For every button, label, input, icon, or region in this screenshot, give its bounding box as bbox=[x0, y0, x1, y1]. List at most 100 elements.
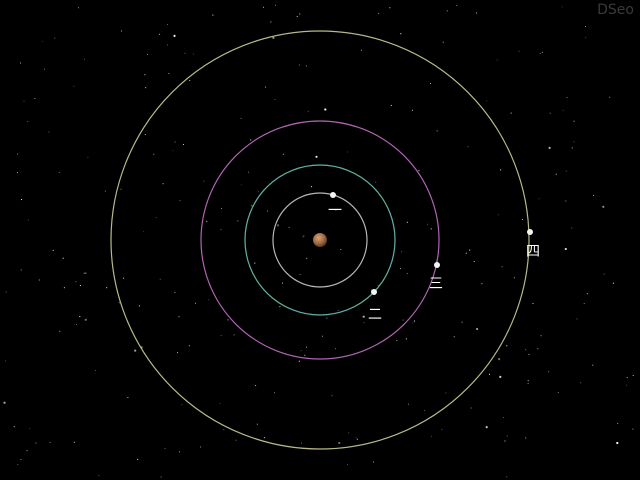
star bbox=[565, 170, 567, 172]
star bbox=[406, 272, 408, 275]
star bbox=[499, 375, 502, 378]
star bbox=[52, 249, 54, 251]
star bbox=[220, 229, 222, 231]
star bbox=[583, 302, 585, 305]
star bbox=[220, 335, 222, 337]
star bbox=[510, 112, 512, 114]
star bbox=[306, 346, 308, 348]
star bbox=[20, 459, 22, 461]
star bbox=[262, 6, 265, 8]
star bbox=[299, 273, 301, 275]
star bbox=[257, 191, 259, 193]
star bbox=[436, 130, 438, 132]
star bbox=[302, 235, 305, 238]
star bbox=[138, 305, 140, 307]
star bbox=[184, 52, 186, 54]
star bbox=[573, 120, 575, 122]
star bbox=[430, 228, 432, 230]
star bbox=[363, 322, 365, 324]
star bbox=[603, 273, 605, 275]
star bbox=[98, 475, 100, 477]
star bbox=[475, 12, 477, 14]
star bbox=[120, 188, 122, 190]
star bbox=[177, 352, 179, 354]
star bbox=[266, 210, 268, 212]
star bbox=[513, 277, 515, 279]
star bbox=[311, 186, 313, 188]
moon-3[interactable] bbox=[434, 262, 440, 268]
star bbox=[164, 447, 166, 450]
star bbox=[360, 49, 362, 51]
star bbox=[430, 435, 432, 437]
star bbox=[173, 34, 176, 38]
moon-4[interactable] bbox=[527, 229, 533, 235]
moon-2[interactable] bbox=[371, 289, 377, 295]
star bbox=[192, 53, 194, 55]
star bbox=[26, 450, 28, 452]
moon-label-1: 一 bbox=[328, 203, 342, 219]
star bbox=[73, 85, 75, 87]
star bbox=[220, 207, 223, 209]
star bbox=[160, 476, 162, 478]
star bbox=[571, 147, 573, 149]
star bbox=[174, 141, 176, 143]
star bbox=[548, 371, 550, 373]
star bbox=[541, 51, 543, 53]
star bbox=[23, 100, 25, 102]
star bbox=[83, 272, 85, 274]
star bbox=[274, 4, 277, 6]
star bbox=[104, 190, 106, 192]
star bbox=[16, 172, 18, 174]
star bbox=[626, 384, 628, 386]
star bbox=[28, 427, 30, 429]
star bbox=[145, 87, 147, 89]
star bbox=[188, 345, 190, 347]
star bbox=[179, 200, 181, 202]
star bbox=[500, 169, 502, 171]
star bbox=[254, 262, 256, 264]
moon-label-4: 四 bbox=[526, 244, 540, 260]
star bbox=[326, 317, 328, 319]
star bbox=[566, 96, 568, 99]
star bbox=[549, 112, 551, 114]
star bbox=[399, 268, 401, 270]
star bbox=[4, 360, 7, 362]
star bbox=[49, 441, 51, 444]
star bbox=[208, 299, 210, 301]
star bbox=[83, 58, 86, 60]
star bbox=[564, 247, 567, 251]
moon-1[interactable] bbox=[330, 192, 336, 198]
star bbox=[355, 437, 357, 439]
star bbox=[331, 395, 333, 397]
star bbox=[540, 335, 542, 337]
star bbox=[532, 303, 534, 305]
star bbox=[525, 437, 527, 439]
star bbox=[203, 180, 205, 182]
star bbox=[571, 227, 573, 229]
star bbox=[248, 171, 250, 173]
star bbox=[346, 463, 349, 466]
star bbox=[77, 7, 80, 9]
star bbox=[401, 251, 403, 253]
star bbox=[272, 36, 275, 40]
star bbox=[506, 476, 508, 478]
star bbox=[528, 353, 530, 355]
star bbox=[375, 181, 377, 183]
planet-icon[interactable] bbox=[313, 233, 327, 247]
star bbox=[461, 321, 463, 323]
star bbox=[446, 10, 448, 12]
star bbox=[412, 322, 414, 324]
star bbox=[251, 205, 253, 207]
star bbox=[219, 402, 221, 405]
star bbox=[538, 198, 540, 200]
star bbox=[555, 173, 557, 175]
star bbox=[307, 110, 309, 112]
star bbox=[75, 281, 77, 283]
star bbox=[62, 257, 64, 259]
star bbox=[279, 306, 281, 308]
star bbox=[167, 44, 169, 46]
star bbox=[159, 278, 161, 280]
star bbox=[473, 260, 475, 263]
star bbox=[469, 249, 471, 251]
star bbox=[347, 151, 349, 153]
